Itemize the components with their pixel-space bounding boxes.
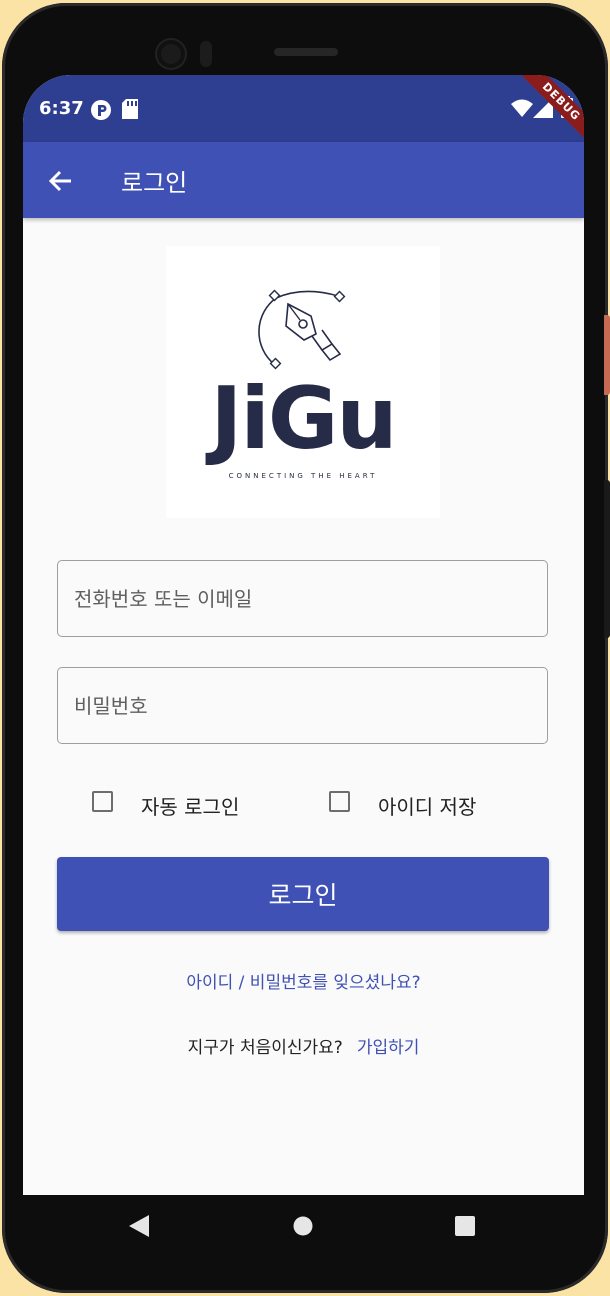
auto-login-label: 자동 로그인 [141,795,240,819]
signup-question: 지구가 처음이신가요? [187,1038,343,1058]
password-field[interactable] [57,667,548,744]
front-camera [157,40,185,68]
status-time: 6:37 [39,98,84,119]
recents-square-icon[interactable] [455,1216,475,1240]
id-input[interactable] [58,561,547,636]
app-bar: 로그인 [23,142,584,218]
wifi-icon [511,99,533,121]
password-input[interactable] [58,668,547,743]
logo-tagline: CONNECTING THE HEART [228,472,378,480]
app-logo: JiGu CONNECTING THE HEART [166,246,440,518]
power-button [604,315,610,395]
back-triangle-icon[interactable] [129,1215,149,1241]
signup-link[interactable]: 가입하기 [357,1038,420,1058]
app-screen: 6:37 DEBUG 로그인 JiGu CONNECTING THE HEART… [23,75,584,1195]
pen-nib-icon [258,289,346,370]
sd-card-icon [122,99,138,123]
signup-row: 지구가 처음이신가요? 가입하기 [23,1033,584,1058]
forgot-credentials-link[interactable]: 아이디 / 비밀번호를 잊으셨나요? [23,968,584,993]
save-id-label: 아이디 저장 [378,795,477,819]
volume-button [604,480,610,638]
p-circle-icon [90,99,112,125]
logo-wordmark: JiGu [210,369,397,469]
arrow-back-icon[interactable] [47,167,75,195]
home-circle-icon[interactable] [293,1215,313,1241]
save-id-checkbox[interactable] [329,791,350,812]
system-nav-bar [23,1195,584,1257]
status-bar: 6:37 DEBUG [23,75,584,151]
login-button[interactable]: 로그인 [57,857,549,931]
auto-login-checkbox[interactable] [92,791,113,812]
proximity-sensor [200,41,212,67]
id-field[interactable] [57,560,548,637]
page-title: 로그인 [121,169,188,197]
earpiece-speaker [274,48,338,56]
